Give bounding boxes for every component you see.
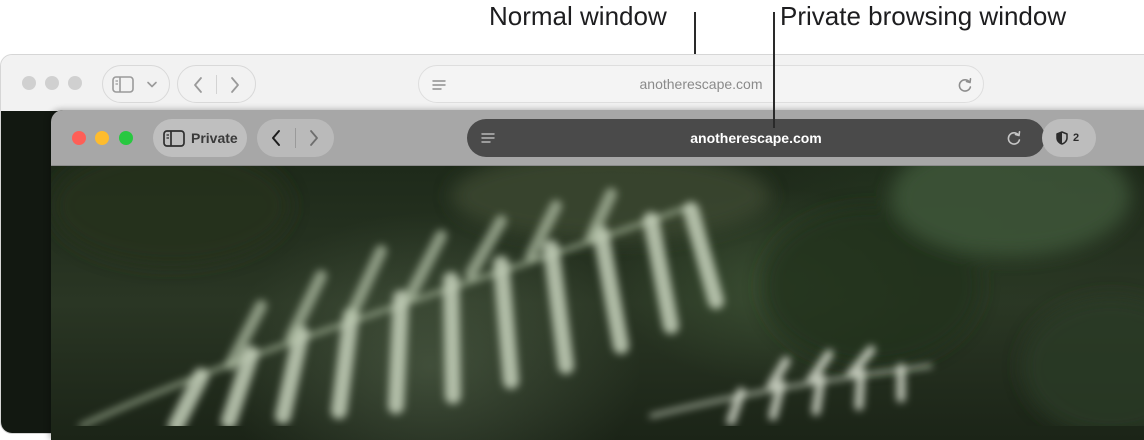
private-window-callout-line — [773, 12, 775, 128]
fern-photo — [51, 166, 1144, 426]
zoom-button[interactable] — [68, 76, 82, 90]
address-text: anotherescape.com — [639, 76, 763, 92]
normal-window-callout: Normal window — [489, 1, 667, 31]
private-label: Private — [191, 130, 238, 146]
minimize-button[interactable] — [45, 76, 59, 90]
chevron-down-icon[interactable] — [146, 80, 158, 89]
address-bar[interactable]: anotherescape.com — [418, 65, 984, 103]
sidebar-toggle-button[interactable]: Private — [153, 119, 247, 157]
page-content-image — [51, 166, 1144, 440]
sidebar-toggle-button[interactable] — [102, 65, 170, 103]
back-icon[interactable] — [269, 128, 283, 148]
back-icon[interactable] — [191, 75, 205, 95]
address-bar[interactable]: anotherescape.com — [467, 119, 1045, 157]
navigation-buttons — [257, 119, 334, 157]
nav-divider — [216, 75, 217, 94]
nav-divider — [295, 128, 296, 148]
sidebar-icon — [163, 130, 185, 147]
privacy-report-button[interactable]: 2 — [1042, 119, 1096, 157]
sidebar-icon — [112, 76, 134, 93]
zoom-button[interactable] — [119, 131, 133, 145]
forward-icon[interactable] — [228, 75, 242, 95]
privacy-count: 2 — [1073, 132, 1080, 144]
reload-icon[interactable] — [957, 76, 973, 94]
forward-icon[interactable] — [307, 128, 321, 148]
private-browsing-window: Private anotherescape.com 2 — [51, 110, 1144, 440]
close-button[interactable] — [72, 131, 86, 145]
normal-window-toolbar: anotherescape.com — [1, 55, 1144, 112]
address-text: anotherescape.com — [690, 130, 822, 146]
navigation-buttons — [177, 65, 256, 103]
private-window-toolbar: Private anotherescape.com 2 — [51, 110, 1144, 166]
reload-icon[interactable] — [1006, 129, 1022, 147]
private-window-callout: Private browsing window — [780, 1, 1067, 31]
shield-icon — [1056, 131, 1068, 145]
close-button[interactable] — [22, 76, 36, 90]
minimize-button[interactable] — [95, 131, 109, 145]
